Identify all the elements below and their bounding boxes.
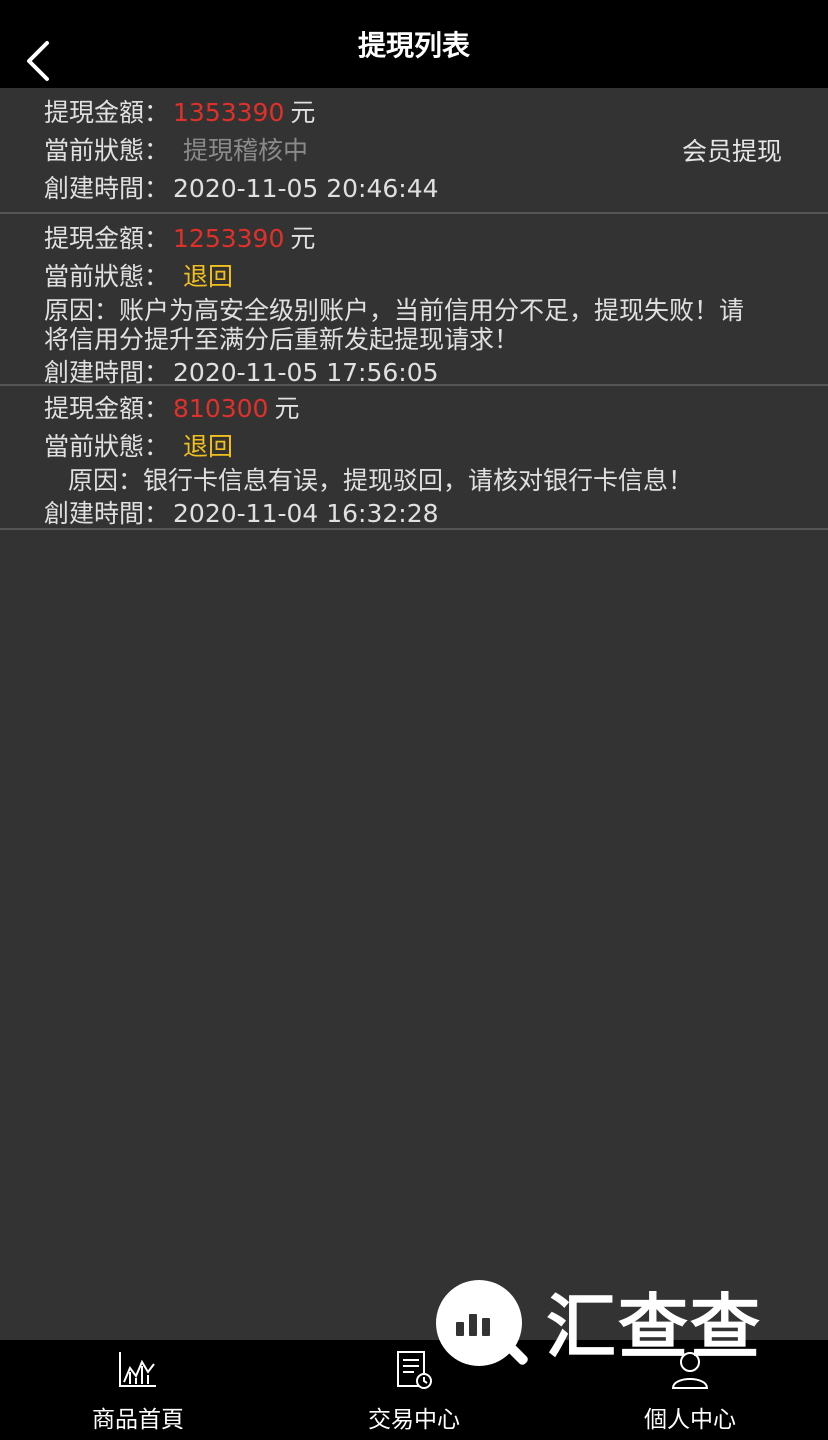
status-label: 當前狀態： bbox=[44, 432, 170, 461]
amount-label: 提現金額： bbox=[44, 224, 170, 253]
page-title: 提現列表 bbox=[357, 29, 470, 62]
amount-unit: 元 bbox=[290, 224, 316, 253]
withdrawal-record: 提現金額： 810300 元 當前狀態： 退回 原因：银行卡信息有误，提现驳回，请核对… bbox=[0, 386, 828, 530]
amount-value: 1353390 bbox=[173, 98, 285, 127]
amount-row: 提現金額： 810300 元 bbox=[44, 390, 828, 428]
bottom-tab-bar: 商品首頁 交易中心 個人中心 bbox=[0, 1340, 828, 1440]
amount-value: 810300 bbox=[173, 394, 269, 423]
tab-profile-label: 個人中心 bbox=[644, 1407, 736, 1433]
amount-label: 提現金額： bbox=[44, 98, 170, 127]
chart-icon bbox=[119, 1352, 156, 1387]
created-row: 創建時間： 2020-11-04 16:32:28 bbox=[44, 495, 828, 533]
withdrawal-record: 提現金額： 1253390 元 當前狀態： 退回 原因：账户为高安全级别账户，当前信用… bbox=[0, 214, 828, 387]
status-row: 當前狀態： 退回 bbox=[44, 258, 828, 296]
withdrawal-record: 提現金額： 1353390 元 當前狀態： 提現稽核中 創建時間： 2020-11-05… bbox=[0, 88, 828, 214]
status-value: 退回 bbox=[183, 432, 234, 461]
user-icon bbox=[671, 1352, 709, 1389]
tab-trading-label: 交易中心 bbox=[368, 1407, 460, 1433]
status-label: 當前狀態： bbox=[44, 136, 170, 165]
created-label: 創建時間： bbox=[44, 174, 170, 203]
document-clock-icon bbox=[397, 1351, 432, 1389]
status-label: 當前狀態： bbox=[44, 262, 170, 291]
created-value: 2020-11-05 17:56:05 bbox=[173, 358, 439, 387]
top-nav-bar: 提現列表 bbox=[0, 0, 828, 88]
rejection-reason: 原因：账户为高安全级别账户，当前信用分不足，提现失败！请将信用分提升至满分后重新… bbox=[44, 296, 745, 354]
created-label: 創建時間： bbox=[44, 358, 170, 387]
tab-home-label: 商品首頁 bbox=[92, 1407, 184, 1433]
amount-row: 提現金額： 1253390 元 bbox=[44, 220, 828, 258]
amount-value: 1253390 bbox=[173, 224, 285, 253]
status-row: 當前狀態： 退回 bbox=[44, 428, 828, 466]
amount-unit: 元 bbox=[290, 98, 316, 127]
amount-label: 提現金額： bbox=[44, 394, 170, 423]
tab-trading[interactable]: 交易中心 bbox=[276, 1340, 552, 1440]
withdrawal-list: 提現金額： 1353390 元 當前狀態： 提現稽核中 創建時間： 2020-11-05… bbox=[0, 88, 828, 530]
tab-home[interactable]: 商品首頁 bbox=[0, 1340, 276, 1440]
rejection-reason: 原因：银行卡信息有误，提现驳回，请核对银行卡信息！ bbox=[68, 466, 694, 495]
created-value: 2020-11-05 20:46:44 bbox=[173, 174, 439, 203]
tab-profile[interactable]: 個人中心 bbox=[552, 1340, 828, 1440]
created-label: 創建時間： bbox=[44, 499, 170, 528]
status-value: 提現稽核中 bbox=[183, 136, 309, 165]
status-value: 退回 bbox=[183, 262, 234, 291]
created-value: 2020-11-04 16:32:28 bbox=[173, 499, 439, 528]
amount-unit: 元 bbox=[274, 394, 300, 423]
withdrawal-type-tag: 会员提现 bbox=[681, 137, 782, 166]
created-row: 創建時間： 2020-11-05 20:46:44 bbox=[44, 170, 828, 208]
amount-row: 提現金額： 1353390 元 bbox=[44, 94, 828, 132]
